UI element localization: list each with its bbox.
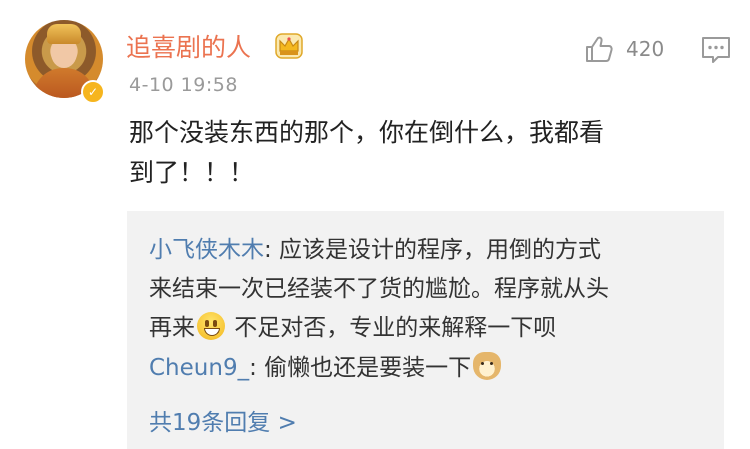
- comment-content-line: 那个没装东西的那个，你在倒什么，我都看: [129, 118, 605, 147]
- reply-text: 再来: [149, 315, 195, 341]
- reply-author[interactable]: 小飞侠木木: [149, 237, 264, 263]
- reply-author[interactable]: Cheun9_: [149, 355, 249, 381]
- reply-text: : 偷懒也还是要装一下: [249, 355, 472, 381]
- thumbs-up-icon[interactable]: [583, 33, 615, 65]
- comment-content: 那个没装东西的那个，你在倒什么，我都看 到了！！！: [129, 113, 739, 193]
- reply-text: : 应该是设计的程序，用倒的方式: [264, 237, 602, 263]
- timestamp: 4-10 19:58: [129, 74, 238, 96]
- reply-line: Cheun9_: 偷懒也还是要装一下: [149, 348, 502, 382]
- weibo-comment: ✓ 追喜剧的人 4-10 19:58 420 那个没装东西的那个，你在倒什么，我…: [0, 0, 750, 449]
- crown-icon[interactable]: [274, 31, 304, 61]
- reply-line: 小飞侠木木: 应该是设计的程序，用倒的方式: [149, 230, 601, 264]
- reply-line: 再来 不足对否，专业的来解释一下呗: [149, 308, 556, 342]
- username[interactable]: 追喜剧的人: [126, 28, 251, 64]
- verified-badge-icon: ✓: [81, 80, 105, 104]
- doge-emoji-icon: [473, 352, 502, 380]
- smile-emoji-icon: [197, 312, 225, 340]
- reply-box[interactable]: 小飞侠木木: 应该是设计的程序，用倒的方式 来结束一次已经装不了货的尴尬。程序就…: [127, 211, 724, 449]
- reply-text: 不足对否，专业的来解释一下呗: [227, 315, 557, 341]
- reply-line: 来结束一次已经装不了货的尴尬。程序就从头: [149, 276, 609, 302]
- more-replies-link[interactable]: 共19条回复 >: [149, 403, 297, 437]
- comment-content-line: 到了！！！: [129, 158, 255, 187]
- like-count: 420: [626, 37, 665, 61]
- avatar-crown: [47, 24, 81, 44]
- comment-icon[interactable]: [700, 35, 732, 65]
